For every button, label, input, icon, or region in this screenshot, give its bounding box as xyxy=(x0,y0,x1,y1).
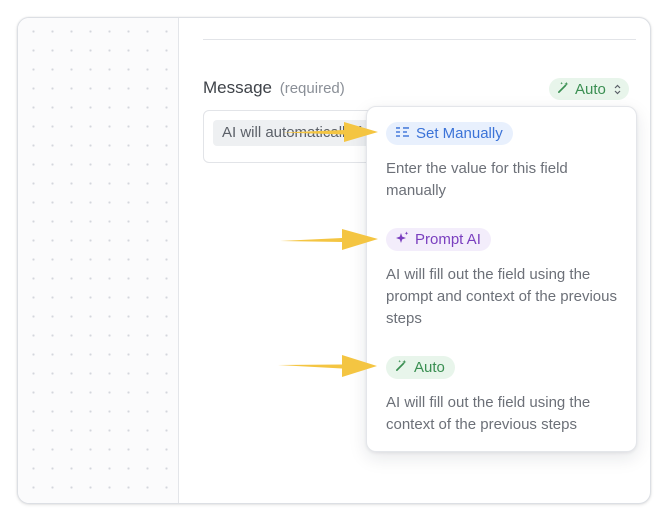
set-manually-label: Set Manually xyxy=(416,125,503,142)
auto-description: AI will fill out the field using the con… xyxy=(386,394,591,433)
app-window: Message (required) Auto AI will automati… xyxy=(17,17,651,504)
chevron-up-down-icon xyxy=(614,84,621,95)
message-input[interactable]: AI will automatically f xyxy=(203,110,375,163)
prompt-ai-pill[interactable]: Prompt AI xyxy=(386,228,491,251)
set-manually-pill[interactable]: Set Manually xyxy=(386,122,513,145)
option-prompt-ai[interactable]: Prompt AI AI will fill out the field usi… xyxy=(386,228,621,330)
auto-label: Auto xyxy=(414,359,445,376)
auto-pill[interactable]: Auto xyxy=(386,356,455,379)
magic-wand-icon xyxy=(557,81,570,98)
list-lines-icon xyxy=(395,125,410,142)
field-label-text: Message xyxy=(203,78,272,97)
fill-mode-value: Auto xyxy=(575,80,606,98)
prompt-ai-label: Prompt AI xyxy=(415,231,481,248)
option-set-manually[interactable]: Set Manually Enter the value for this fi… xyxy=(386,122,621,202)
section-divider xyxy=(203,39,636,40)
prompt-ai-description: AI will fill out the field using the pro… xyxy=(386,266,617,327)
message-value-chip: AI will automatically f xyxy=(213,120,371,146)
field-label: Message (required) xyxy=(203,78,345,98)
required-note: (required) xyxy=(279,80,345,97)
set-manually-description: Enter the value for this field manually xyxy=(386,160,568,199)
option-auto[interactable]: Auto AI will fill out the field using th… xyxy=(386,356,621,436)
canvas-dot-grid xyxy=(18,18,179,503)
fill-mode-select[interactable]: Auto xyxy=(549,78,629,100)
sparkle-icon xyxy=(395,231,409,249)
magic-wand-icon xyxy=(395,359,408,376)
fill-mode-dropdown: Set Manually Enter the value for this fi… xyxy=(366,106,637,452)
